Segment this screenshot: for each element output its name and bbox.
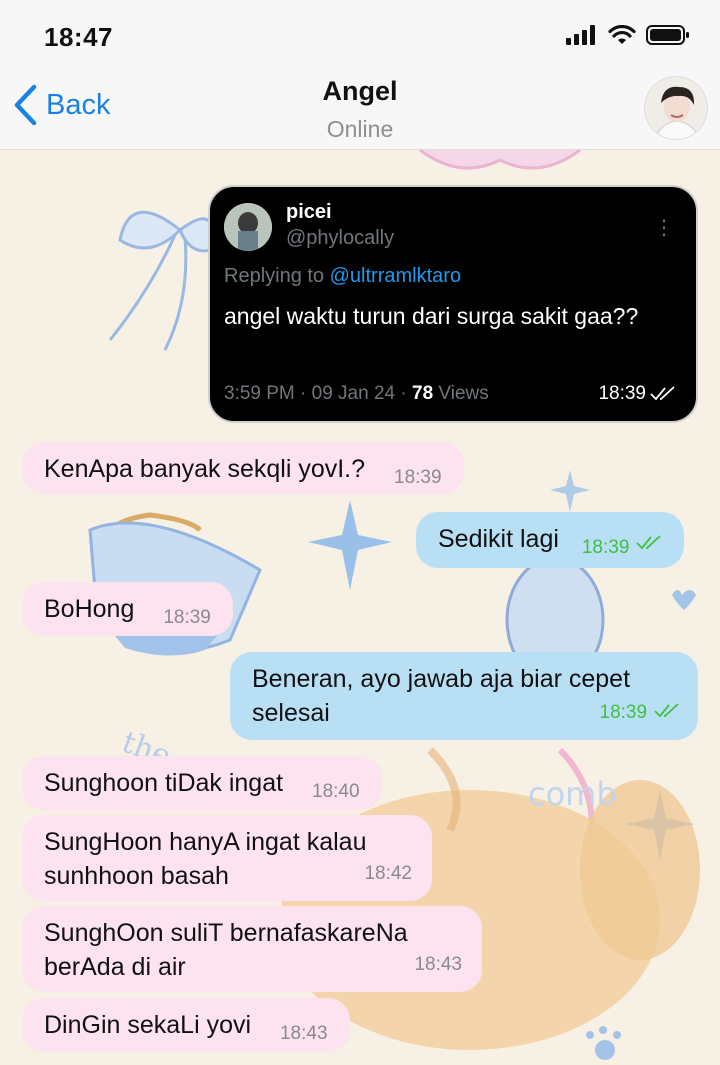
wifi-icon	[608, 25, 636, 44]
avatar-image	[645, 77, 707, 139]
contact-avatar[interactable]	[644, 76, 708, 140]
tweet-author-avatar	[224, 203, 272, 251]
message-text: Beneran, ayo jawab aja biar cepet	[252, 665, 631, 693]
double-check-icon	[650, 386, 675, 401]
message-time: 18:39	[581, 537, 630, 558]
contact-status: Online	[326, 116, 394, 142]
message-text-line-2: sunhhoon basah	[44, 862, 229, 890]
message-incoming[interactable]: BoHong 18:39	[22, 582, 233, 636]
double-check-icon	[654, 703, 679, 718]
message-time: 18:39	[598, 383, 676, 405]
tweet-meta: 3:59 PM · 09 Jan 24 · 78 Views	[224, 383, 489, 405]
tweet-author-handle: @phylocally	[286, 227, 395, 249]
message-text: Sedikit lagi	[438, 525, 559, 553]
message-time-wrap: 18:39	[600, 693, 681, 730]
message-time: 18:39	[599, 702, 648, 723]
message-time: 18:42	[364, 863, 412, 884]
tweet-replying-to: Replying to @ultrramlktaro	[224, 265, 462, 287]
message-time: 18:43	[414, 954, 462, 975]
status-time: 18:47	[44, 22, 113, 52]
message-outgoing[interactable]: Beneran, ayo jawab aja biar cepet selesa…	[230, 652, 698, 740]
message-text: SunghOon suliT bernafaskareNa	[44, 919, 408, 947]
message-text: SungHoon hanyA ingat kalau	[44, 828, 367, 856]
message-time: 18:40	[312, 781, 360, 802]
tweet-views-label: Views	[433, 383, 489, 404]
chat-header: Back Angel Online	[0, 66, 720, 150]
battery-icon	[646, 25, 689, 45]
tweet-mention-link[interactable]: @ultrramlktaro	[330, 265, 461, 287]
message-text: Sunghoon tiDak ingat	[44, 769, 284, 797]
signal-icon	[566, 25, 595, 45]
message-incoming[interactable]: SungHoon hanyA ingat kalau sunhhoon basa…	[22, 815, 432, 901]
status-icons	[566, 24, 690, 46]
message-text: KenApa banyak sekqli yovI.?	[44, 455, 366, 483]
wallpaper-text-comb: comb	[528, 775, 617, 813]
message-incoming[interactable]: KenApa banyak sekqli yovI.? 18:39	[22, 442, 464, 494]
status-bar: 18:47	[0, 0, 720, 66]
message-incoming[interactable]: DinGin sekaLi yovi 18:43	[22, 998, 350, 1052]
chat-area: the comb picei @phylocally ⋮ Replying to…	[0, 150, 720, 1065]
message-time: 18:43	[279, 1023, 328, 1044]
message-time: 18:39	[394, 467, 442, 488]
message-time: 18:39	[163, 607, 211, 628]
shared-tweet-card[interactable]: picei @phylocally ⋮ Replying to @ultrram…	[208, 185, 698, 423]
more-options-icon[interactable]: ⋮	[654, 215, 674, 240]
message-text: BoHong	[44, 595, 135, 623]
message-outgoing[interactable]: Sedikit lagi 18:39	[416, 512, 685, 568]
message-text: DinGin sekaLi yovi	[44, 1011, 252, 1039]
tweet-date: 3:59 PM · 09 Jan 24 ·	[224, 383, 412, 404]
tweet-text: angel waktu turun dari surga sakit gaa??	[224, 303, 639, 329]
tweet-author-name: picei	[286, 201, 332, 223]
message-text-line-2: selesai	[252, 699, 330, 727]
message-incoming[interactable]: Sunghoon tiDak ingat 18:40	[22, 756, 382, 810]
message-text-line-2: berAda di air	[44, 953, 186, 981]
double-check-icon	[636, 535, 661, 550]
contact-name: Angel	[322, 76, 398, 106]
message-incoming[interactable]: SunghOon suliT bernafaskareNa berAda di …	[22, 906, 482, 992]
tweet-views-count: 78	[412, 383, 434, 404]
